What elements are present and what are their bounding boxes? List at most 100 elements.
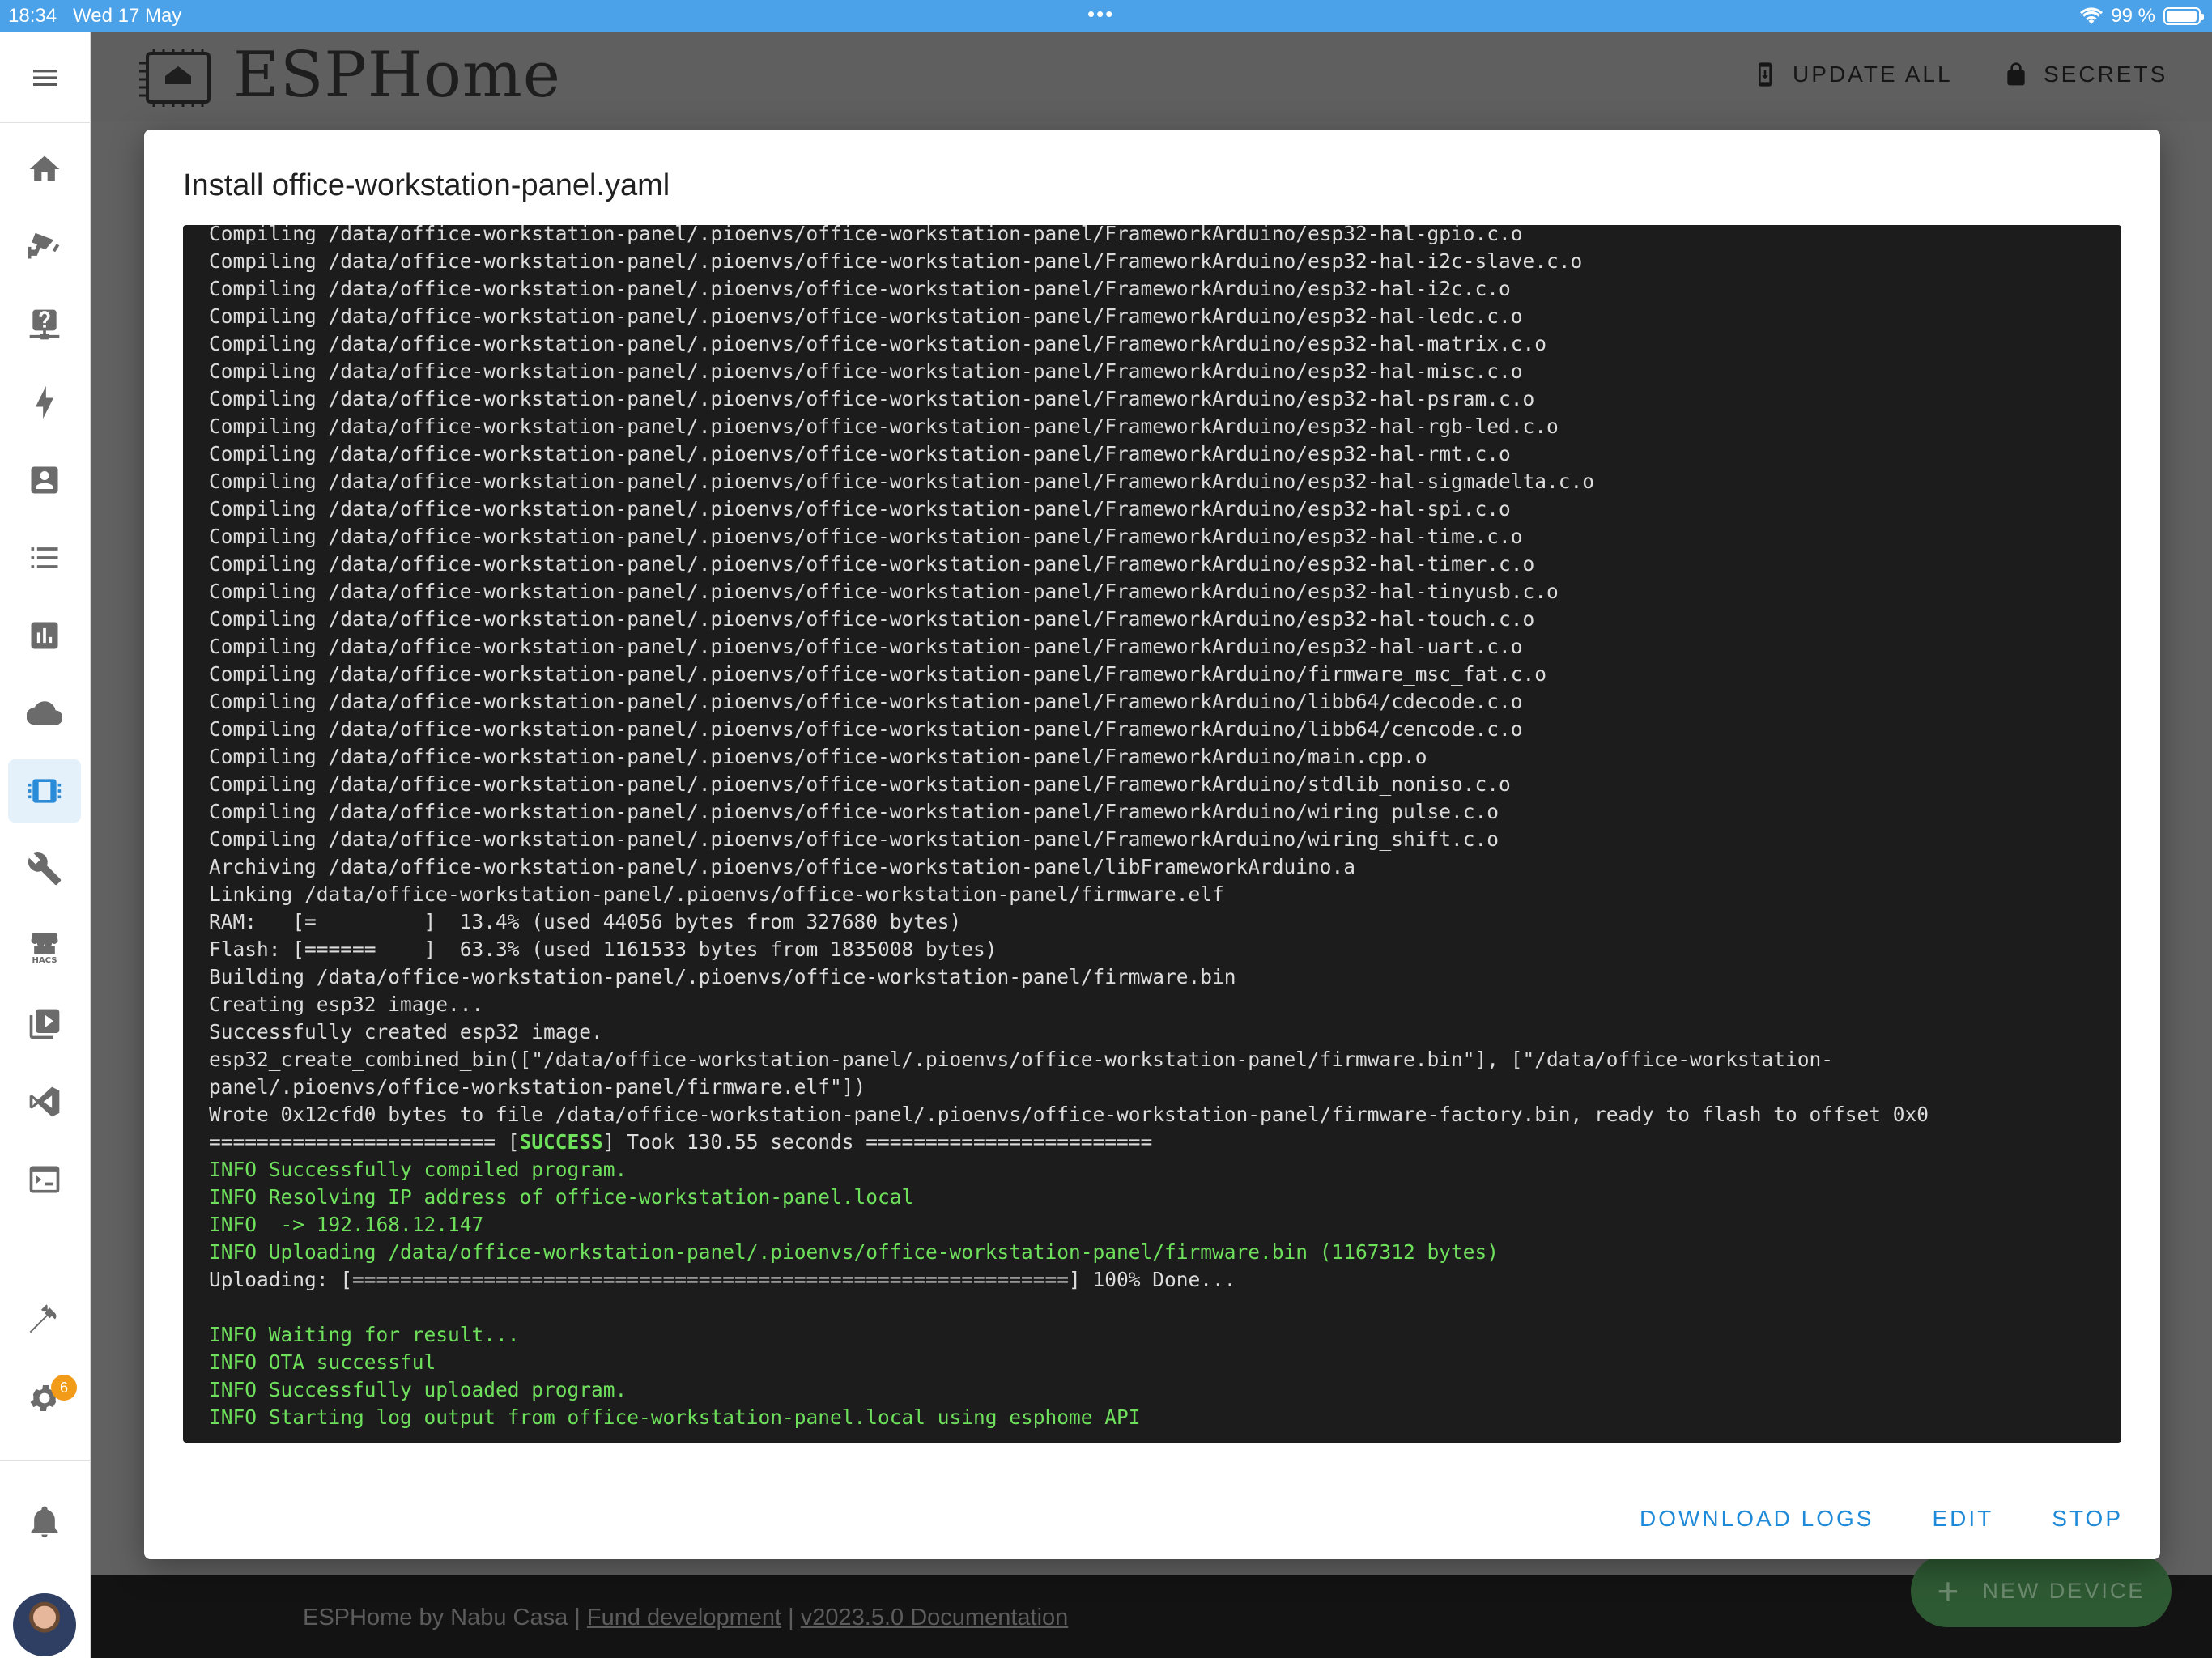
help-network-icon [29, 309, 60, 340]
log-line: Compiling /data/office-workstation-panel… [209, 800, 1499, 823]
cctv-icon [28, 232, 60, 259]
menu-icon [33, 69, 57, 86]
sidebar-item-cctv[interactable] [8, 215, 81, 278]
log-line: Successfully created esp32 image. [209, 1020, 603, 1044]
log-line: Flash: [====== ] 63.3% (used 1161533 byt… [209, 937, 998, 961]
avatar[interactable] [13, 1593, 76, 1656]
log-line: Compiling /data/office-workstation-panel… [209, 607, 1535, 631]
edit-button[interactable]: EDIT [1932, 1506, 1993, 1532]
log-line: Compiling /data/office-workstation-panel… [209, 332, 1547, 355]
success-tag: SUCCESS [519, 1130, 603, 1154]
chart-box-icon [31, 622, 58, 649]
log-line: Compiling /data/office-workstation-panel… [209, 497, 1511, 521]
log-line: esp32_create_combined_bin(["/data/office… [209, 1048, 1834, 1071]
plus-icon: + [1937, 1570, 1962, 1612]
status-right: 99 % [2080, 5, 2204, 28]
account-box-icon [31, 466, 58, 494]
svg-text:HACS: HACS [32, 956, 57, 964]
log-line: Wrote 0x12cfd0 bytes to file /data/offic… [209, 1103, 1929, 1126]
sidebar-item-notifications[interactable] [8, 1490, 81, 1553]
notification-badge: 6 [51, 1375, 77, 1401]
sidebar-item-esphome[interactable] [8, 759, 81, 823]
log-line: Compiling /data/office-workstation-panel… [209, 635, 1523, 658]
home-icon [29, 155, 60, 181]
sidebar-divider [0, 1460, 91, 1461]
sidebar-item-history[interactable] [8, 604, 81, 667]
wrench-icon [28, 852, 62, 886]
log-line: Compiling /data/office-workstation-panel… [209, 225, 1523, 245]
install-dialog: Install office-workstation-panel.yaml Co… [144, 130, 2160, 1559]
log-line: Compiling /data/office-workstation-panel… [209, 690, 1523, 713]
log-line: Compiling /data/office-workstation-panel… [209, 277, 1511, 300]
log-line: INFO Uploading /data/office-workstation-… [209, 1240, 1499, 1264]
bell-icon [31, 1506, 58, 1538]
log-line: Compiling /data/office-workstation-panel… [209, 249, 1583, 273]
log-console[interactable]: Compiling /data/office-workstation-panel… [183, 225, 2121, 1443]
update-all-button[interactable]: UPDATE ALL [1752, 62, 1953, 87]
log-line: Archiving /data/office-workstation-panel… [209, 855, 1356, 878]
footer: ESPHome by Nabu Casa | Fund development … [91, 1575, 2212, 1658]
play-box-icon [29, 1009, 60, 1039]
sidebar-item-media[interactable] [8, 993, 81, 1056]
cellphone-arrow-icon [1759, 62, 1772, 87]
sidebar-item-vscode[interactable] [8, 1070, 81, 1133]
new-device-button[interactable]: + NEW DEVICE [1911, 1554, 2172, 1627]
esphome-logo-icon [139, 49, 211, 107]
sidebar-item-home[interactable] [8, 138, 81, 201]
log-line: Uploading: [============================… [209, 1268, 1236, 1291]
sidebar-item-energy[interactable] [8, 371, 81, 434]
log-line: INFO OTA successful [209, 1350, 436, 1374]
sidebar-item-cloud[interactable] [8, 682, 81, 745]
documentation-link[interactable]: v2023.5.0 Documentation [801, 1605, 1069, 1630]
sidebar-item-hacs[interactable]: HACS [8, 915, 81, 978]
chip-icon [28, 779, 62, 803]
log-line: Compiling /data/office-workstation-panel… [209, 414, 1559, 438]
log-line: RAM: [= ] 13.4% (used 44056 bytes from 3… [209, 910, 962, 933]
log-line: Compiling /data/office-workstation-panel… [209, 442, 1511, 466]
sidebar-item-help-network[interactable] [8, 293, 81, 356]
log-line: Compiling /data/office-workstation-panel… [209, 662, 1547, 686]
log-line: Compiling /data/office-workstation-panel… [209, 359, 1523, 383]
log-line: Creating esp32 image... [209, 993, 484, 1016]
log-line: Compiling /data/office-workstation-panel… [209, 387, 1535, 410]
hammer-icon [29, 1304, 57, 1333]
stop-button[interactable]: STOP [2052, 1506, 2123, 1532]
lock-icon [2007, 62, 2025, 86]
log-line: Compiling /data/office-workstation-panel… [209, 525, 1523, 548]
multitasking-dots-icon[interactable]: ••• [1087, 2, 1114, 27]
ios-status-bar: 18:34 Wed 17 May ••• 99 % [0, 0, 2212, 32]
battery-percent: 99 % [2111, 5, 2155, 27]
secrets-button[interactable]: SECRETS [2003, 62, 2167, 87]
dialog-title: Install office-workstation-panel.yaml [183, 168, 670, 202]
log-line: Compiling /data/office-workstation-panel… [209, 827, 1499, 851]
sidebar-item-tools[interactable] [8, 837, 81, 900]
wifi-icon [2080, 7, 2104, 24]
app-title: ESPHome [233, 39, 561, 112]
sidebar-item-developer-tools[interactable] [8, 1289, 81, 1352]
battery-icon [2163, 7, 2204, 25]
fund-development-link[interactable]: Fund development [587, 1605, 781, 1630]
log-line: panel/.pioenvs/office-workstation-panel/… [209, 1075, 866, 1099]
sidebar-item-terminal[interactable] [8, 1148, 81, 1211]
log-line: Compiling /data/office-workstation-panel… [209, 304, 1523, 328]
log-line: Compiling /data/office-workstation-panel… [209, 717, 1523, 741]
dialog-actions: DOWNLOAD LOGS EDIT STOP [1640, 1506, 2123, 1532]
app-header: ESPHome UPDATE ALL SECRETS [91, 32, 2212, 121]
download-logs-button[interactable]: DOWNLOAD LOGS [1640, 1506, 1874, 1532]
log-line: Compiling /data/office-workstation-panel… [209, 745, 1427, 768]
sidebar-item-settings[interactable]: 6 [8, 1367, 81, 1430]
status-time-date: 18:34 Wed 17 May [8, 5, 182, 27]
sidebar-item-account-box[interactable] [8, 449, 81, 512]
footer-text: ESPHome by Nabu Casa | Fund development … [303, 1605, 1069, 1630]
sidebar-item-logbook[interactable] [8, 526, 81, 589]
menu-button[interactable] [0, 32, 91, 123]
log-line: INFO Starting log output from office-wor… [209, 1405, 1141, 1429]
hacs-icon: HACS [31, 933, 58, 964]
lightning-icon [36, 385, 53, 419]
console-icon [29, 1166, 60, 1193]
sidebar: HACS 6 [0, 32, 91, 1658]
log-line: INFO Waiting for result... [209, 1323, 520, 1346]
log-line: Compiling /data/office-workstation-panel… [209, 552, 1535, 576]
log-line: INFO Resolving IP address of office-work… [209, 1185, 914, 1209]
